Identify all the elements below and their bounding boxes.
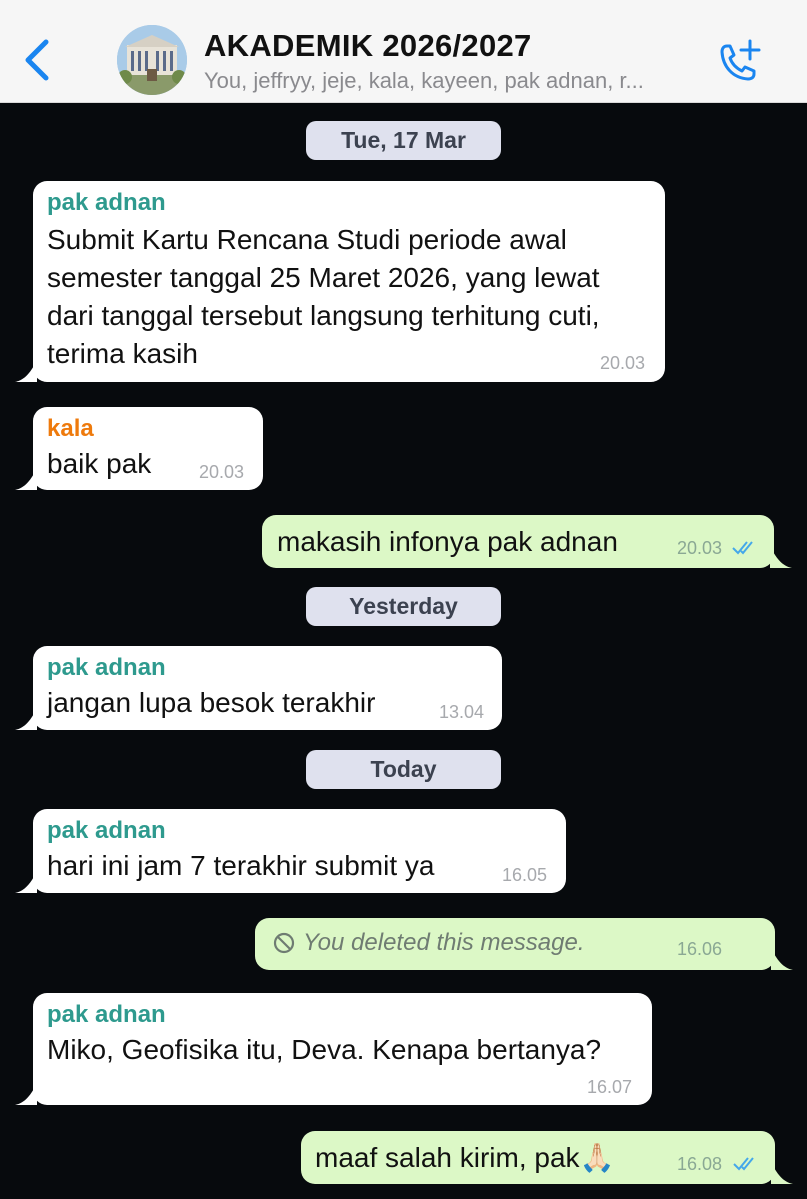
message-text: makasih infonya pak adnan — [277, 526, 618, 557]
bubble-tail — [15, 360, 37, 382]
message-sender[interactable]: pak adnan — [47, 189, 166, 217]
message-bubble-incoming[interactable]: pak adnan Miko, Geofisika itu, Deva. Ken… — [15, 993, 652, 1105]
message-text-line: terima kasih — [47, 338, 198, 369]
chevron-left-icon — [25, 39, 49, 81]
message-text: maaf salah kirim, pak🙏🏻 — [315, 1142, 615, 1173]
double-check-icon — [732, 541, 753, 555]
message-sender[interactable]: pak adnan — [47, 817, 166, 845]
bubble-tail — [771, 948, 793, 970]
chat-title[interactable]: AKADEMIK 2026/2027 — [204, 28, 532, 64]
bubble-tail — [770, 546, 792, 568]
bubble-tail — [15, 871, 37, 893]
message-text: Miko, Geofisika itu, Deva. Kenapa bertan… — [47, 1034, 602, 1065]
message-time: 16.06 — [677, 939, 723, 959]
chat-members[interactable]: You, jeffryy, jeje, kala, kayeen, pak ad… — [204, 68, 699, 94]
message-time: 13.04 — [439, 702, 485, 722]
chat-header: AKADEMIK 2026/2027 You, jeffryy, jeje, k… — [0, 0, 807, 103]
message-text: baik pak — [47, 448, 152, 479]
message-time: 20.03 — [199, 462, 245, 482]
message-bubble-outgoing[interactable]: makasih infonya pak adnan 20.03 — [262, 515, 792, 568]
message-text: jangan lupa besok terakhir — [47, 687, 376, 718]
deleted-message-text: You deleted this message. — [303, 929, 585, 956]
message-bubble-incoming[interactable]: pak adnan jangan lupa besok terakhir 13.… — [15, 646, 502, 730]
date-separator: Tue, 17 Mar — [306, 121, 501, 160]
message-text-line: Submit Kartu Rencana Studi periode awal — [47, 224, 567, 255]
message-text: hari ini jam 7 terakhir submit ya — [47, 850, 435, 881]
bubble-tail — [15, 708, 37, 730]
date-separator: Yesterday — [306, 587, 501, 626]
message-text-line: semester tanggal 25 Maret 2026, yang lew… — [47, 262, 600, 293]
bubble-tail — [15, 468, 37, 490]
back-button[interactable] — [20, 36, 56, 84]
add-call-icon — [720, 39, 761, 81]
message-time: 16.05 — [502, 865, 548, 885]
message-time: 20.03 — [600, 353, 646, 373]
message-bubble-outgoing-deleted[interactable]: You deleted this message. 16.06 — [255, 918, 793, 970]
message-bubble-incoming[interactable]: pak adnan Submit Kartu Rencana Studi per… — [15, 181, 665, 382]
message-sender[interactable]: pak adnan — [47, 1001, 166, 1029]
bubble-tail — [771, 1162, 793, 1184]
message-time: 20.03 — [677, 538, 723, 558]
message-bubble-incoming[interactable]: kala baik pak 20.03 — [15, 407, 263, 490]
message-bubble-incoming[interactable]: pak adnan hari ini jam 7 terakhir submit… — [15, 809, 566, 893]
date-separator: Today — [306, 750, 501, 789]
message-text-line: dari tanggal tersebut langsung terhitung… — [47, 300, 600, 331]
double-check-icon — [733, 1157, 754, 1171]
message-time: 16.07 — [587, 1077, 633, 1097]
group-avatar[interactable] — [117, 25, 187, 95]
message-time: 16.08 — [677, 1154, 723, 1174]
deleted-icon — [273, 932, 295, 954]
add-call-button[interactable] — [712, 36, 764, 86]
message-bubble-outgoing[interactable]: maaf salah kirim, pak🙏🏻 16.08 — [301, 1131, 793, 1184]
message-sender[interactable]: pak adnan — [47, 654, 166, 682]
bubble-tail — [15, 1083, 37, 1105]
message-sender[interactable]: kala — [47, 415, 94, 443]
